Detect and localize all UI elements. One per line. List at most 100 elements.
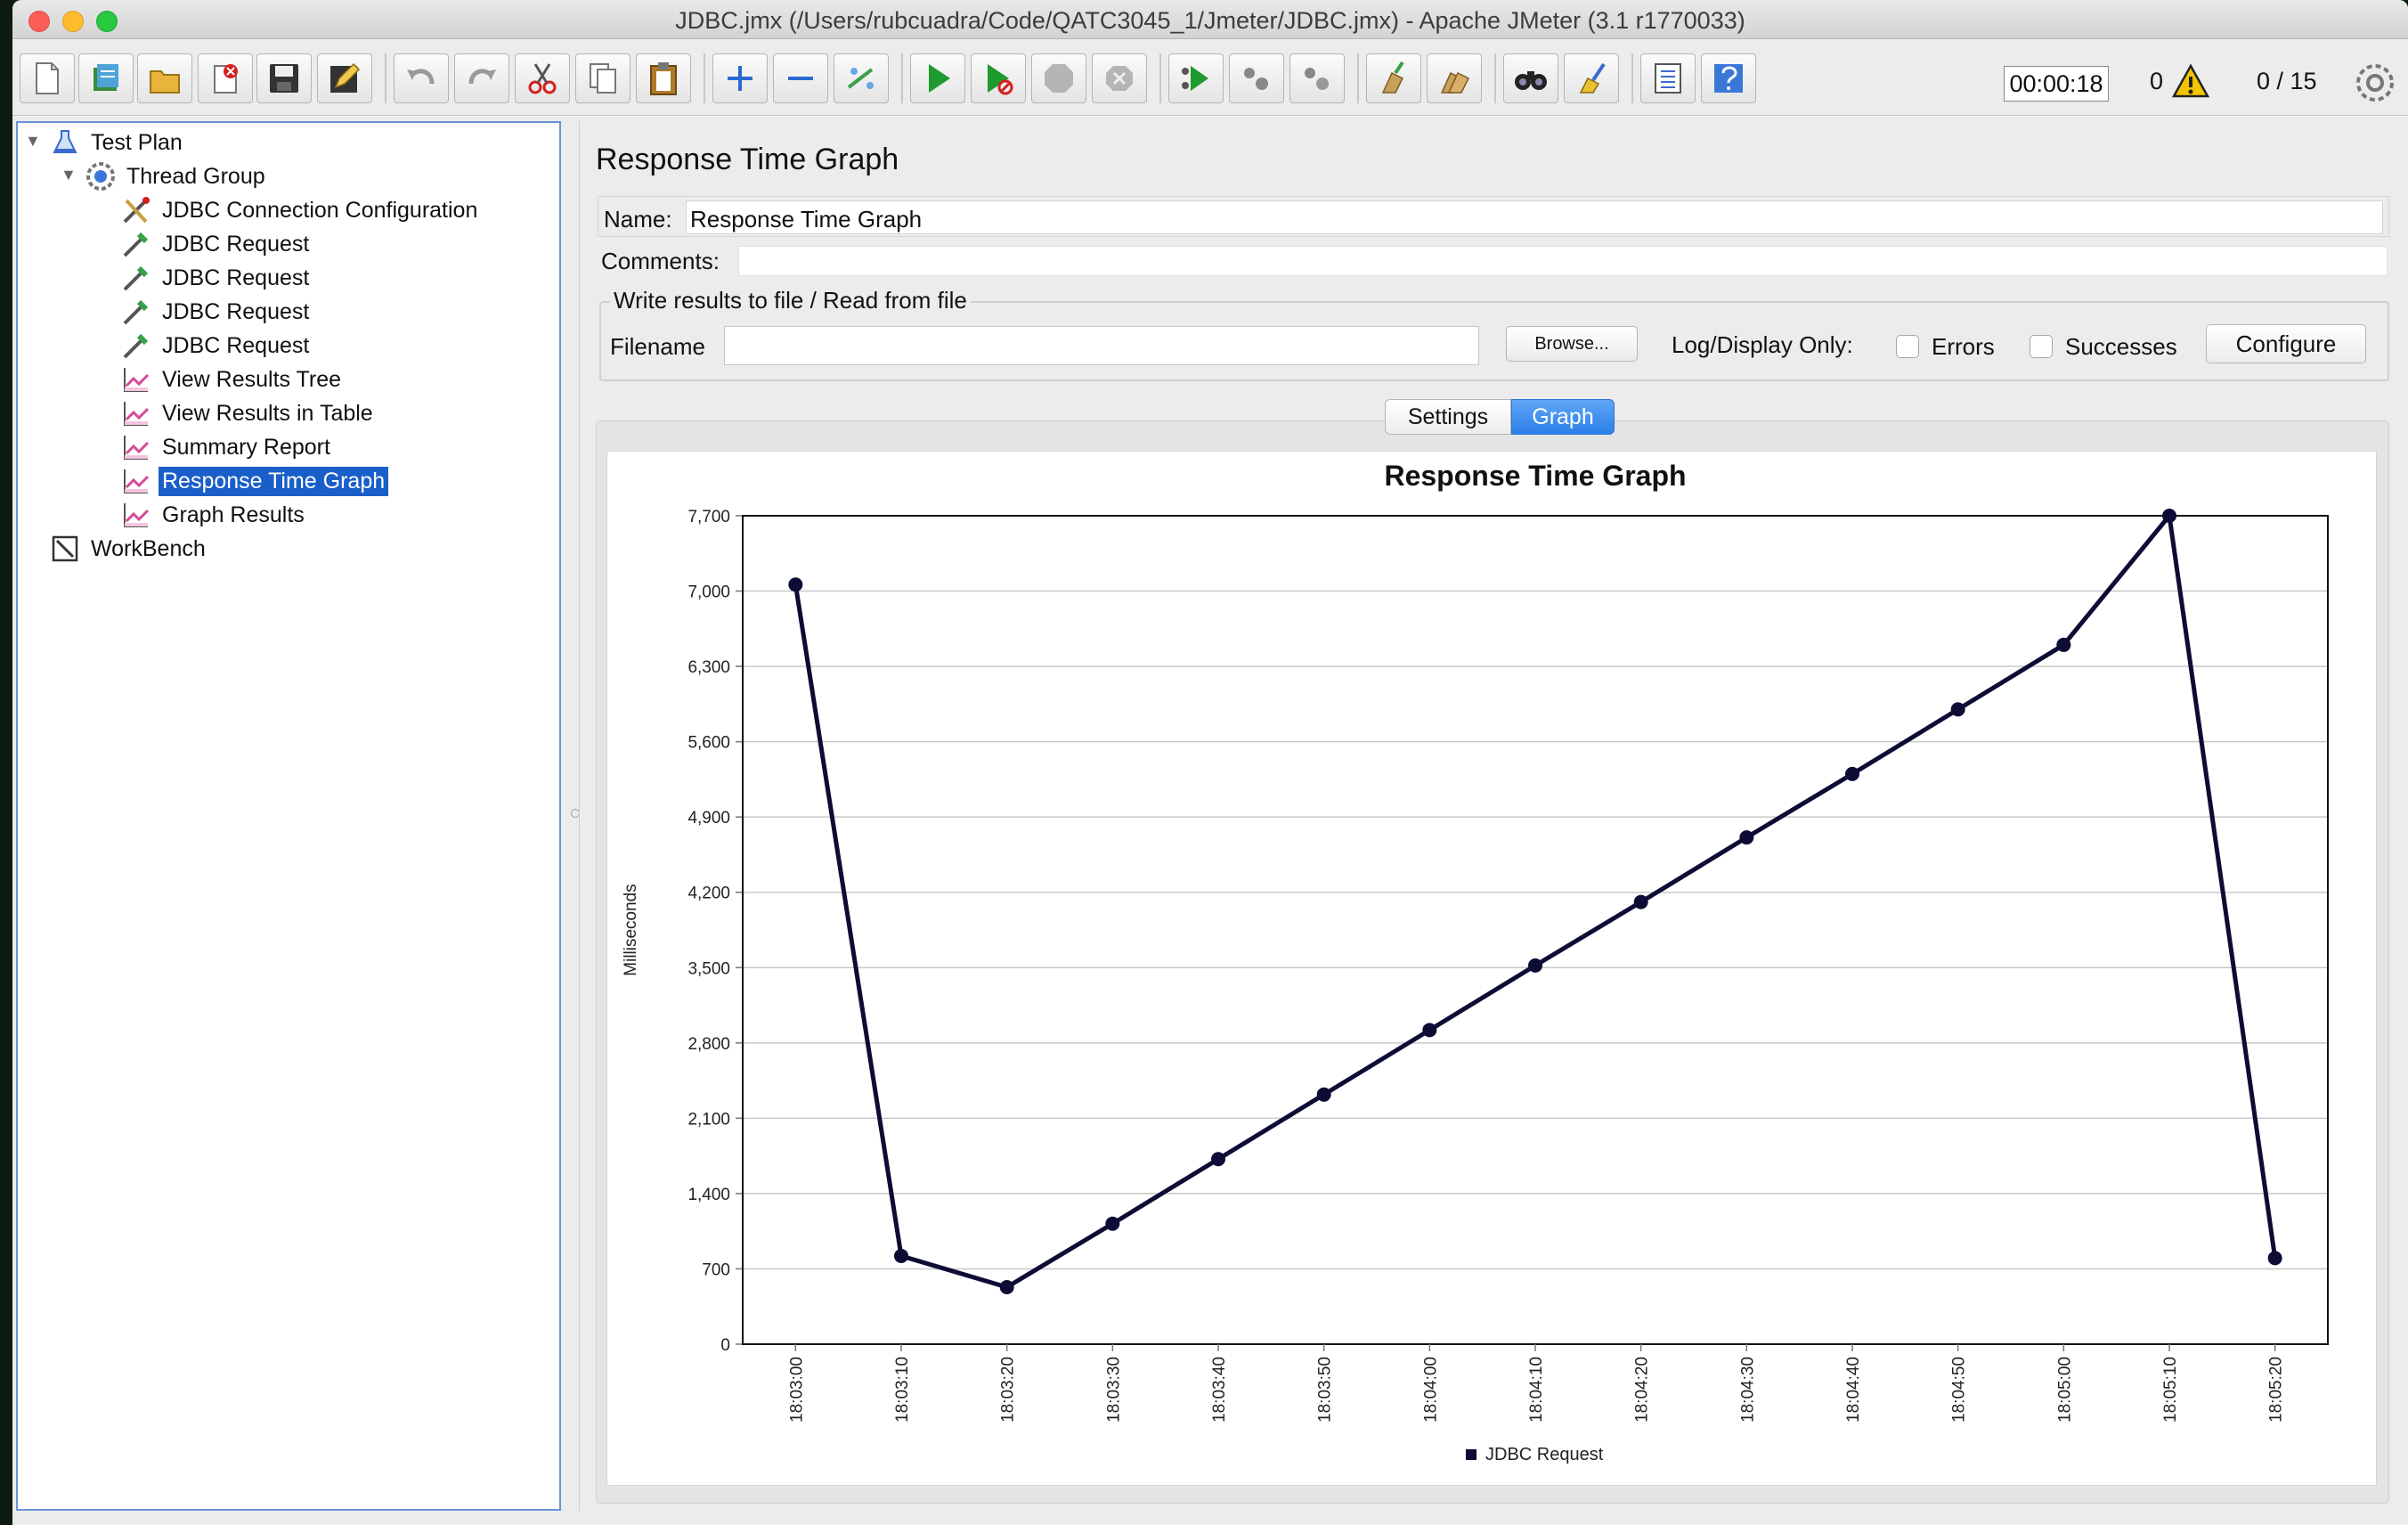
toolbar-separator	[1159, 53, 1161, 103]
help-button[interactable]	[1701, 53, 1756, 103]
errors-checkbox[interactable]	[1896, 335, 1919, 358]
collapse-all-button[interactable]	[773, 53, 828, 103]
browse-button[interactable]: Browse...	[1506, 326, 1638, 362]
data-point	[2162, 509, 2176, 523]
tree-item-test-plan[interactable]: Test Plan	[50, 126, 186, 159]
file-group-label: Write results to file / Read from file	[610, 287, 971, 314]
save-as-image-button[interactable]	[317, 53, 372, 103]
comments-input[interactable]	[738, 246, 2388, 276]
shutdown-button[interactable]	[1092, 53, 1147, 103]
tree-item-jdbc-connection-configuration[interactable]: JDBC Connection Configuration	[121, 194, 481, 226]
x-tick-label: 18:04:10	[1527, 1357, 1546, 1423]
thread-group-icon	[86, 162, 115, 191]
help-question-icon	[1714, 64, 1743, 93]
configure-button[interactable]: Configure	[2206, 324, 2366, 363]
tree-item-workbench[interactable]: WorkBench	[50, 533, 209, 565]
data-point	[1950, 702, 1965, 717]
y-tick-label: 2,800	[687, 1035, 730, 1054]
toolbar-separator	[385, 53, 386, 103]
x-tick-label: 18:03:00	[787, 1357, 806, 1423]
close-button[interactable]	[198, 53, 253, 103]
remote-shutdown-all-button[interactable]	[1289, 53, 1345, 103]
tree-item-jdbc-request[interactable]: JDBC Request	[121, 228, 313, 260]
tab-graph[interactable]: Graph	[1511, 399, 1615, 435]
sampler-pipette-icon	[123, 265, 149, 291]
tree-item-summary-report[interactable]: Summary Report	[121, 431, 334, 463]
x-tick-label: 18:03:30	[1104, 1357, 1123, 1423]
cut-button[interactable]	[515, 53, 570, 103]
tree-item-view-results-tree[interactable]: View Results Tree	[121, 363, 345, 396]
collapse-triangle-icon[interactable]: ▼	[61, 166, 77, 184]
desktop-background	[0, 499, 12, 855]
list-icon	[1655, 63, 1681, 94]
x-tick-label: 18:04:40	[1844, 1357, 1863, 1423]
open-button[interactable]	[137, 53, 192, 103]
name-input[interactable]: Response Time Graph	[686, 200, 2383, 234]
clear-button[interactable]	[1366, 53, 1421, 103]
tree-item-label: JDBC Request	[162, 298, 310, 324]
reset-search-button[interactable]	[1564, 53, 1619, 103]
x-tick-label: 18:04:50	[1950, 1357, 1969, 1423]
collapse-triangle-icon[interactable]: ▼	[25, 132, 41, 151]
test-plan-icon	[53, 130, 77, 153]
chart-canvas: Response Time Graph 0 700 1,400 2,100 2,800 3,…	[622, 460, 2329, 1464]
y-tick-label: 6,300	[687, 658, 730, 677]
tree-item-jdbc-request[interactable]: JDBC Request	[121, 330, 313, 362]
data-point	[788, 577, 803, 592]
stop-button[interactable]	[1031, 53, 1086, 103]
tree-item-label: Summary Report	[162, 434, 330, 460]
toggle-button[interactable]	[834, 53, 889, 103]
tree-item-jdbc-request[interactable]: JDBC Request	[121, 262, 313, 294]
y-tick-label: 5,600	[687, 734, 730, 753]
broom-clear-all-icon	[1440, 71, 1470, 94]
tree-item-response-time-graph[interactable]: Response Time Graph	[121, 465, 389, 497]
templates-button[interactable]	[78, 53, 134, 103]
y-tick-label: 0	[720, 1336, 730, 1355]
tree-item-jdbc-request[interactable]: JDBC Request	[121, 296, 313, 328]
y-tick-label: 4,200	[687, 885, 730, 903]
listener-graph-icon	[124, 469, 150, 493]
play-icon	[929, 64, 950, 93]
templates-book-icon	[94, 64, 118, 91]
paste-button[interactable]	[636, 53, 691, 103]
y-axis-label: Milliseconds	[622, 884, 640, 975]
comments-label: Comments:	[601, 248, 720, 274]
tab-settings[interactable]: Settings	[1385, 399, 1511, 435]
tree-item-thread-group[interactable]: Thread Group	[85, 160, 269, 192]
copy-button[interactable]	[575, 53, 630, 103]
remote-start-all-button[interactable]	[1168, 53, 1224, 103]
tree-item-label: Test Plan	[91, 129, 183, 155]
tree-item-view-results-in-table[interactable]: View Results in Table	[121, 397, 377, 429]
plus-icon	[728, 66, 752, 91]
warning-icon[interactable]	[2171, 62, 2210, 102]
expand-all-button[interactable]	[712, 53, 768, 103]
x-tick-label: 18:03:50	[1316, 1357, 1335, 1423]
y-tick-label: 7,000	[687, 583, 730, 602]
search-button[interactable]	[1503, 53, 1558, 103]
title-bar: JDBC.jmx (/Users/rubcuadra/Code/QATC3045…	[12, 0, 2408, 39]
tree-item-label: JDBC Connection Configuration	[162, 197, 478, 223]
tree-item-label: Thread Group	[126, 163, 265, 189]
tree-item-graph-results[interactable]: Graph Results	[121, 499, 308, 531]
function-helper-button[interactable]	[1640, 53, 1696, 103]
undo-button[interactable]	[394, 53, 449, 103]
start-button[interactable]	[910, 53, 965, 103]
successes-checkbox[interactable]	[2030, 335, 2053, 358]
workbench-icon	[52, 535, 78, 562]
new-button[interactable]	[20, 53, 75, 103]
sampler-pipette-icon	[123, 299, 149, 325]
tree-item-label: WorkBench	[91, 535, 206, 561]
log-display-only-label: Log/Display Only:	[1672, 331, 1853, 358]
x-tick-label: 18:05:10	[2161, 1357, 2180, 1423]
elapsed-timer: 00:00:18	[2004, 66, 2109, 102]
save-button[interactable]	[256, 53, 312, 103]
remote-status-gear-icon[interactable]	[2355, 62, 2396, 103]
filename-input[interactable]	[724, 326, 1479, 365]
clear-all-button[interactable]	[1427, 53, 1482, 103]
name-label: Name:	[604, 206, 672, 232]
play-no-timers-icon	[988, 64, 1013, 95]
remote-stop-all-button[interactable]	[1229, 53, 1284, 103]
redo-button[interactable]	[454, 53, 509, 103]
data-point	[1739, 830, 1754, 845]
start-no-pauses-button[interactable]	[971, 53, 1026, 103]
